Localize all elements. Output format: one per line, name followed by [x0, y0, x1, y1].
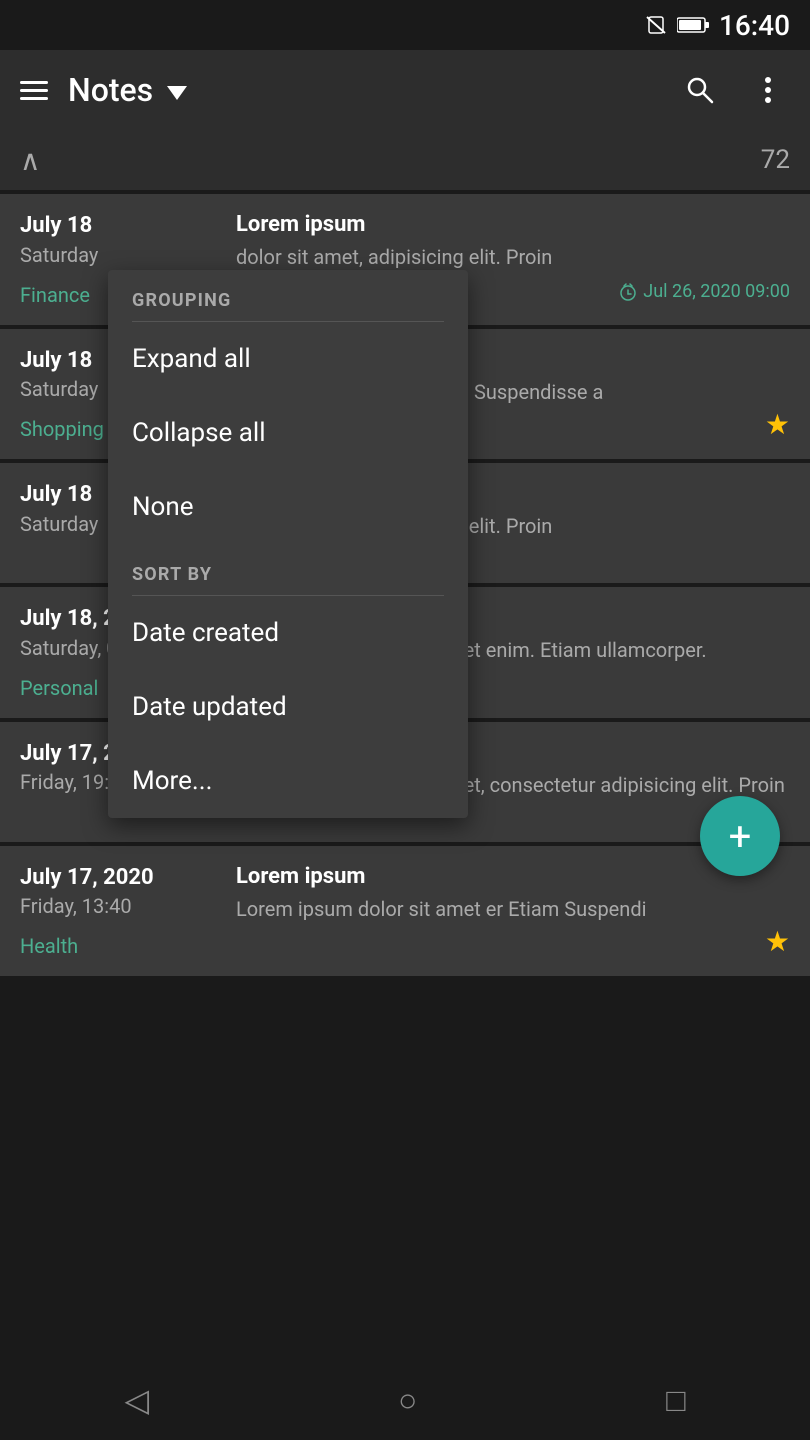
app-bar-actions — [678, 68, 790, 112]
star-icon: ★ — [765, 408, 790, 441]
note-title: Lorem ipsum — [236, 864, 790, 889]
date-created-item[interactable]: Date created — [108, 596, 468, 670]
grouping-section-title: GROUPING — [108, 270, 468, 321]
note-title: Lorem ipsum — [236, 212, 790, 237]
battery-icon — [677, 16, 709, 34]
note-date-section: July 17, 2020 Friday, 13:40 Health — [20, 864, 220, 959]
title-dropdown-triangle[interactable] — [167, 86, 187, 100]
nav-bar: ◁ ○ □ — [0, 1360, 810, 1440]
app-title: Notes — [68, 71, 658, 109]
grouping-dropdown: GROUPING Expand all Collapse all None SO… — [108, 270, 468, 818]
expand-all-item[interactable]: Expand all — [108, 322, 468, 396]
fab-add-button[interactable]: + — [700, 796, 780, 876]
app-bar: Notes — [0, 50, 810, 130]
status-time: 16:40 — [719, 9, 790, 42]
recents-button[interactable]: □ — [666, 1381, 685, 1419]
alarm-icon — [619, 283, 637, 301]
note-day: Saturday — [20, 243, 220, 267]
no-sim-icon — [645, 15, 667, 35]
note-content: Lorem ipsum Lorem ipsum dolor sit amet e… — [236, 864, 790, 959]
note-card[interactable]: July 17, 2020 Friday, 13:40 Health Lorem… — [0, 846, 810, 977]
search-button[interactable] — [678, 68, 722, 112]
menu-button[interactable] — [20, 81, 48, 100]
notes-container: ∧ 72 July 18 Saturday Finance Lorem ipsu… — [0, 130, 810, 976]
note-date: July 18 — [20, 212, 220, 241]
more-item[interactable]: More... — [108, 744, 468, 818]
note-preview: Lorem ipsum dolor sit amet er Etiam Susp… — [236, 895, 790, 923]
back-button[interactable]: ◁ — [124, 1381, 149, 1419]
note-preview: dolor sit amet, adipisicing elit. Proin — [236, 243, 790, 271]
collapse-chevron[interactable]: ∧ — [20, 144, 41, 177]
star-icon: ★ — [765, 925, 790, 958]
sort-by-section-title: SORT BY — [108, 544, 468, 595]
group-count: 72 — [761, 145, 790, 175]
status-icons: 16:40 — [645, 9, 790, 42]
note-day: Friday, 13:40 — [20, 894, 220, 918]
note-date: July 17, 2020 — [20, 864, 220, 893]
none-item[interactable]: None — [108, 470, 468, 544]
home-button[interactable]: ○ — [398, 1381, 417, 1419]
group-header[interactable]: ∧ 72 — [0, 130, 810, 190]
collapse-all-item[interactable]: Collapse all — [108, 396, 468, 470]
status-bar: 16:40 — [0, 0, 810, 50]
note-tag: Health — [20, 934, 220, 958]
date-updated-item[interactable]: Date updated — [108, 670, 468, 744]
more-options-button[interactable] — [746, 68, 790, 112]
